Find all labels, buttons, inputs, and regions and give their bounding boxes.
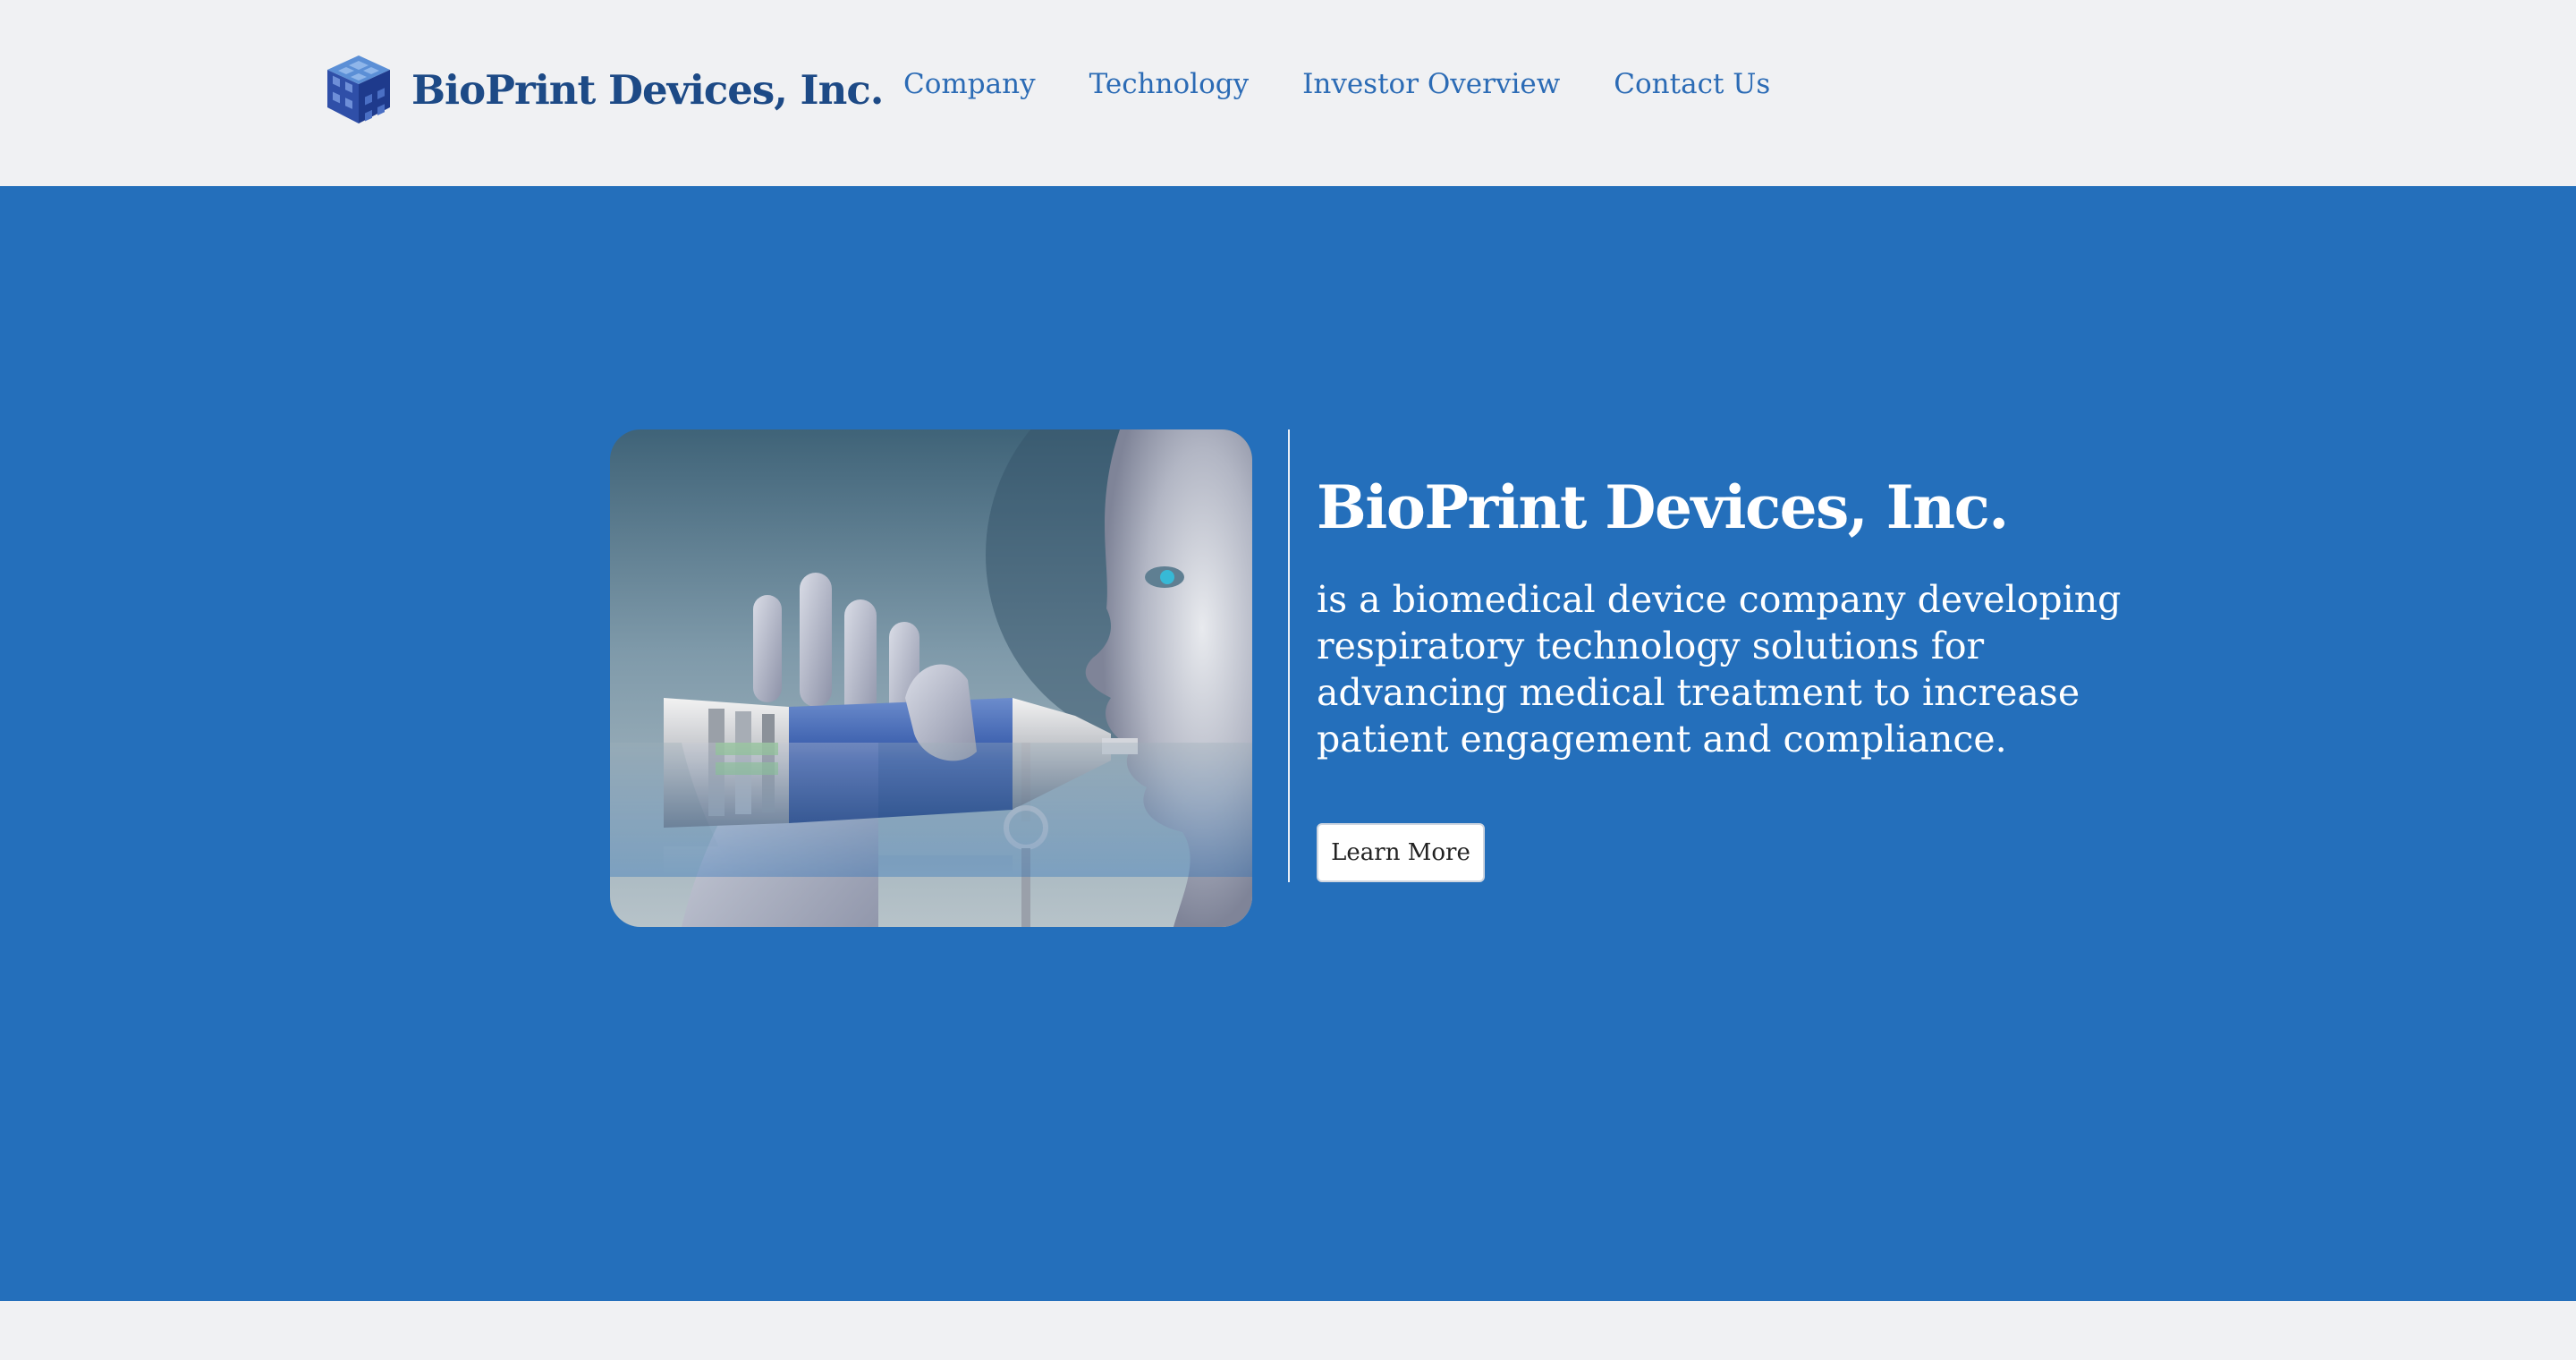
hero-description: is a biomedical device company developin… xyxy=(1317,578,2122,761)
inhaler-reflection-image xyxy=(610,743,1252,877)
nav-item-company[interactable]: Company xyxy=(903,68,1036,100)
nav-item-investor-overview[interactable]: Investor Overview xyxy=(1302,68,1560,100)
cube-logo-icon xyxy=(327,55,390,123)
learn-more-button[interactable]: Learn More xyxy=(1317,823,1485,882)
hero-divider xyxy=(1288,429,1290,882)
hero-title: BioPrint Devices, Inc. xyxy=(1317,472,2009,542)
nav-item-contact-us[interactable]: Contact Us xyxy=(1614,68,1770,100)
nav-item-technology[interactable]: Technology xyxy=(1089,68,1250,100)
brand-name: BioPrint Devices, Inc. xyxy=(411,65,884,114)
footer-strip xyxy=(0,1301,2576,1360)
main-nav: Company Technology Investor Overview Con… xyxy=(903,68,1770,100)
brand-logo-link[interactable]: BioPrint Devices, Inc. xyxy=(324,52,884,127)
hero-image-reflection xyxy=(610,743,1252,877)
site-header: BioPrint Devices, Inc. Company Technolog… xyxy=(0,0,2576,186)
hero-text-block: BioPrint Devices, Inc. is a biomedical d… xyxy=(1317,472,2157,762)
hero-section: BioPrint Devices, Inc. is a biomedical d… xyxy=(0,186,2576,1301)
